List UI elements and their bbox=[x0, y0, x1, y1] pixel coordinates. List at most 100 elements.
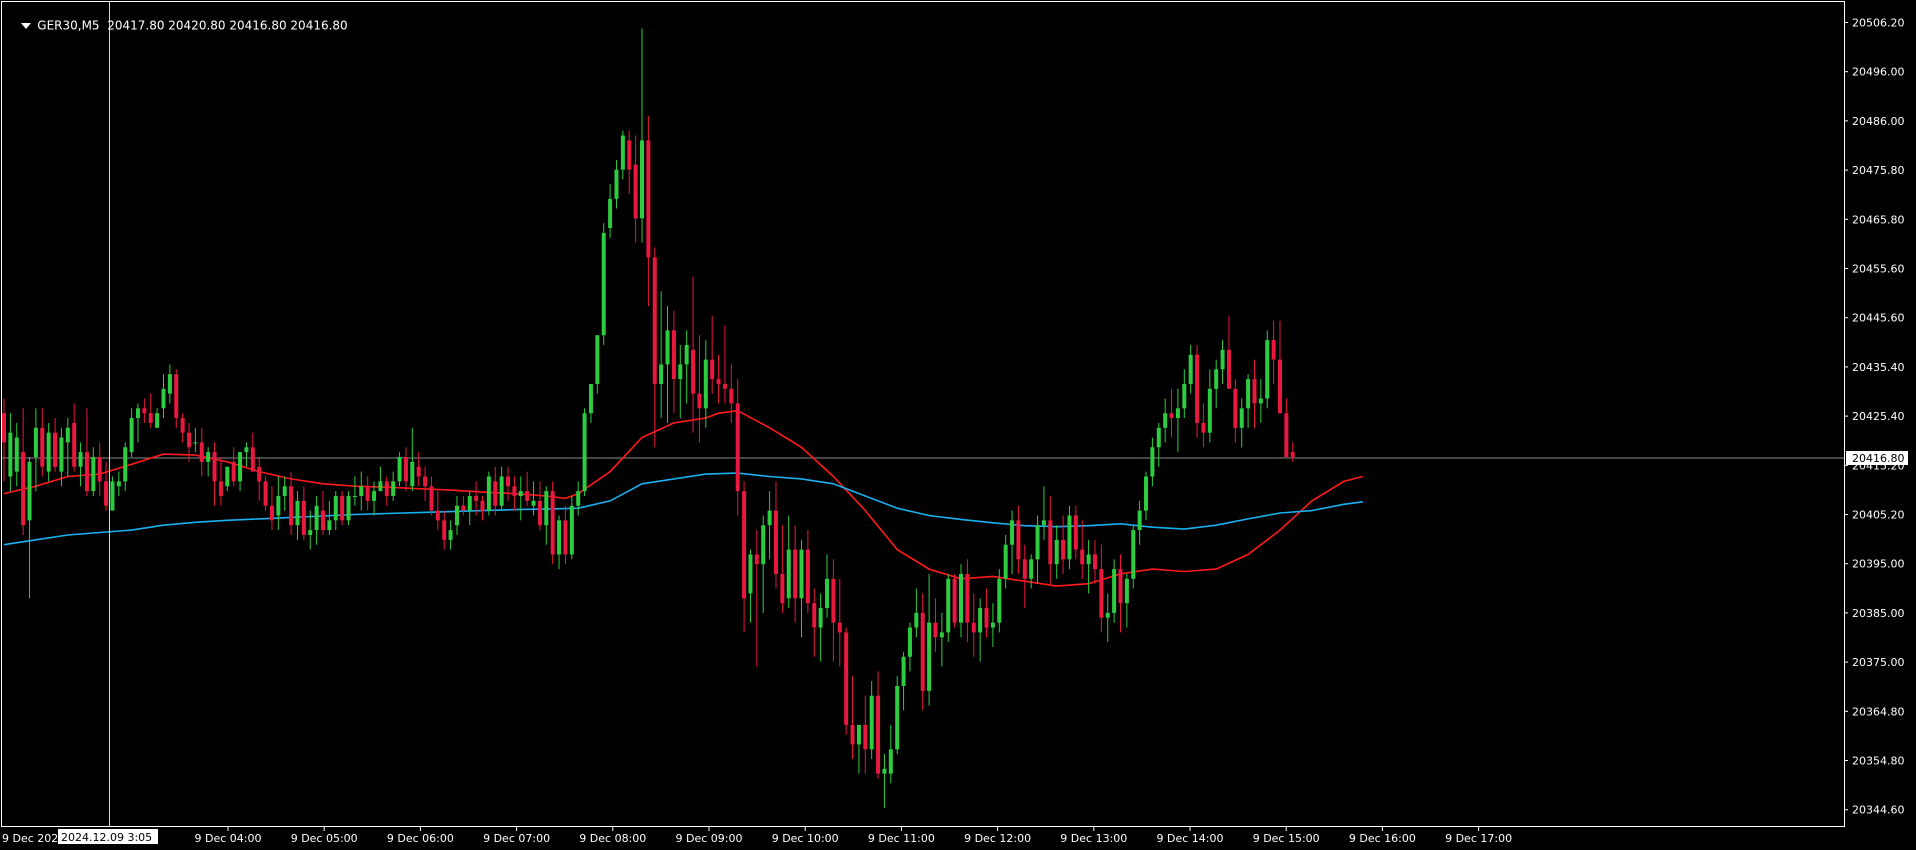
candle-body bbox=[665, 330, 670, 365]
candle-body bbox=[1201, 422, 1206, 433]
candle-body bbox=[1080, 549, 1085, 565]
candle-body bbox=[608, 198, 613, 229]
candle-body bbox=[499, 476, 504, 506]
candle-body bbox=[710, 359, 715, 380]
candle-body bbox=[627, 140, 632, 170]
y-tick-label: 20475.80 bbox=[1852, 164, 1905, 177]
candle-body bbox=[761, 525, 766, 565]
candle-body bbox=[1182, 383, 1187, 409]
candle-body bbox=[78, 452, 83, 467]
x-tick-label: 9 Dec 15:00 bbox=[1253, 832, 1320, 845]
y-tick-label: 20344.60 bbox=[1852, 804, 1905, 817]
candle-body bbox=[321, 510, 325, 531]
candle-body bbox=[123, 447, 128, 482]
candle-body bbox=[767, 510, 772, 526]
candle-body bbox=[1054, 539, 1059, 565]
candle-body bbox=[927, 622, 932, 691]
candle-body bbox=[238, 452, 243, 482]
candle-body bbox=[716, 379, 721, 384]
candle-body bbox=[448, 530, 453, 540]
candle-body bbox=[1239, 408, 1244, 428]
candle-body bbox=[1022, 559, 1027, 579]
candle-body bbox=[397, 457, 402, 482]
candle-body bbox=[678, 364, 683, 380]
candle-body bbox=[1112, 569, 1117, 613]
candle-body bbox=[550, 491, 555, 555]
price-chart[interactable]: 20506.20 20496.00 20486.00 20475.80 20465.80… bbox=[0, 0, 1916, 850]
candle-body bbox=[46, 432, 51, 472]
candle-body bbox=[537, 500, 542, 526]
candle-body bbox=[850, 724, 855, 745]
candle-body bbox=[1016, 520, 1021, 560]
candle-body bbox=[435, 510, 440, 521]
candle-body bbox=[729, 388, 734, 404]
current-price-label: 20416.80 bbox=[1852, 452, 1905, 465]
candle-body bbox=[799, 549, 804, 599]
candle-body bbox=[391, 481, 396, 496]
ohlc-values: 20417.80 20420.80 20416.80 20416.80 bbox=[107, 18, 348, 33]
candle-body bbox=[1265, 340, 1270, 399]
candle-body bbox=[876, 695, 881, 774]
candle-body bbox=[372, 491, 377, 501]
candle-body bbox=[544, 491, 549, 526]
candle-body bbox=[518, 491, 523, 496]
candle-body bbox=[754, 554, 759, 565]
candle-body bbox=[257, 466, 262, 482]
candle-body bbox=[53, 432, 58, 467]
candle-body bbox=[33, 427, 38, 458]
candle-body bbox=[1220, 349, 1225, 370]
y-tick-label: 20445.60 bbox=[1852, 312, 1905, 325]
candle-body bbox=[250, 447, 255, 472]
candle-body bbox=[1061, 539, 1066, 560]
candle-body bbox=[793, 549, 798, 599]
candle-body bbox=[773, 510, 778, 574]
candle-body bbox=[614, 169, 619, 199]
x-tick-label-truncated: 9 Dec 202 bbox=[2, 832, 58, 845]
candle-body bbox=[844, 632, 849, 725]
candle-body bbox=[327, 520, 332, 531]
candle-body bbox=[946, 578, 951, 633]
crosshair-time-label-text: 2024.12.09 3:05 bbox=[61, 831, 152, 844]
current-price-tag: 20416.80 bbox=[1846, 450, 1908, 465]
candle-body bbox=[282, 486, 287, 496]
candle-body bbox=[129, 418, 134, 453]
candle-body bbox=[72, 422, 77, 467]
chart-window[interactable]: 20506.20 20496.00 20486.00 20475.80 20465.80… bbox=[0, 0, 1916, 850]
candle-body bbox=[276, 495, 281, 516]
candle-body bbox=[1252, 379, 1257, 404]
candle-body bbox=[1188, 354, 1193, 384]
candle-body bbox=[1067, 515, 1072, 560]
candle-body bbox=[403, 457, 408, 482]
candle-body bbox=[244, 447, 249, 453]
x-tick-label: 9 Dec 07:00 bbox=[483, 832, 550, 845]
candle-body bbox=[1258, 398, 1263, 404]
crosshair-time-label: 2024.12.09 3:05 bbox=[58, 829, 158, 844]
candle-body bbox=[595, 335, 600, 384]
y-tick-label: 20425.40 bbox=[1852, 410, 1905, 423]
y-tick-label: 20385.00 bbox=[1852, 607, 1905, 620]
candle bbox=[346, 491, 351, 526]
candle-body bbox=[295, 500, 300, 526]
candle-body bbox=[416, 466, 421, 477]
candle-body bbox=[990, 622, 995, 628]
candle-body bbox=[174, 374, 179, 419]
candle-body bbox=[805, 549, 810, 604]
candle-body bbox=[1278, 359, 1282, 414]
candle-body bbox=[863, 724, 868, 750]
x-tick-label: 9 Dec 05:00 bbox=[291, 832, 358, 845]
candle-body bbox=[2, 413, 6, 443]
candle-body bbox=[301, 500, 306, 535]
candle-body bbox=[1156, 427, 1161, 448]
dropdown-triangle-icon[interactable] bbox=[21, 22, 32, 29]
candle-body bbox=[161, 388, 166, 409]
candle-body bbox=[340, 495, 345, 521]
candle-body bbox=[1290, 452, 1295, 458]
candle-body bbox=[314, 505, 319, 531]
candle-body bbox=[1169, 413, 1174, 419]
candle-body bbox=[837, 622, 842, 633]
candle-body bbox=[831, 578, 836, 623]
candle-body bbox=[40, 427, 45, 467]
candle-body bbox=[933, 622, 938, 638]
candle bbox=[1265, 330, 1270, 409]
candle-body bbox=[1195, 354, 1200, 423]
